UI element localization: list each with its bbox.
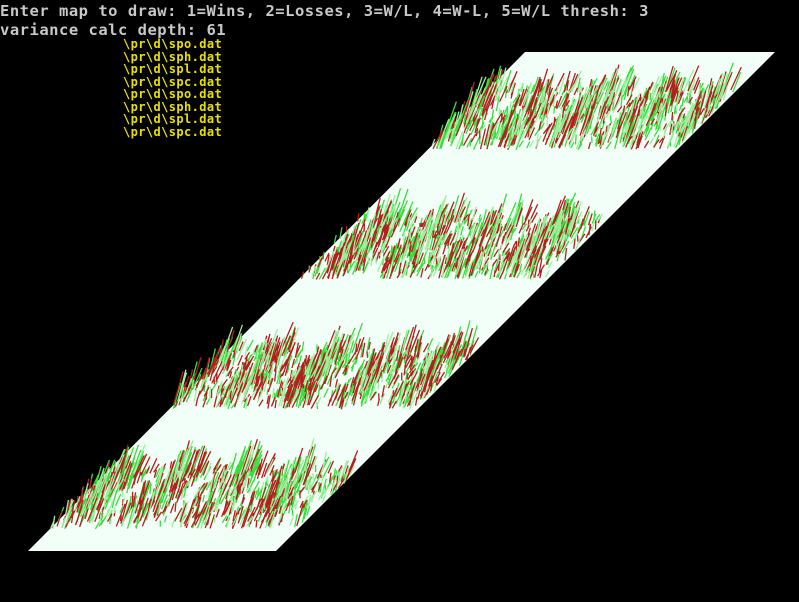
data-file-entry: \pr\d\spl.dat bbox=[123, 112, 223, 126]
map-selection-prompt[interactable]: Enter map to draw: 1=Wins, 2=Losses, 3=W… bbox=[0, 2, 649, 20]
data-file-entry: \pr\d\spc.dat bbox=[123, 124, 223, 139]
wl-surface-plot bbox=[28, 52, 775, 551]
data-file-entry: \pr\d\spo.dat bbox=[123, 37, 223, 51]
data-file-entry: \pr\d\spl.dat bbox=[123, 62, 223, 76]
dos-screen: Enter map to draw: 1=Wins, 2=Losses, 3=W… bbox=[0, 0, 799, 602]
data-file-list: \pr\d\spo.dat \pr\d\sph.dat \pr\d\spl.dat \… bbox=[123, 38, 222, 138]
data-file-entry: \pr\d\spo.dat bbox=[123, 87, 223, 101]
